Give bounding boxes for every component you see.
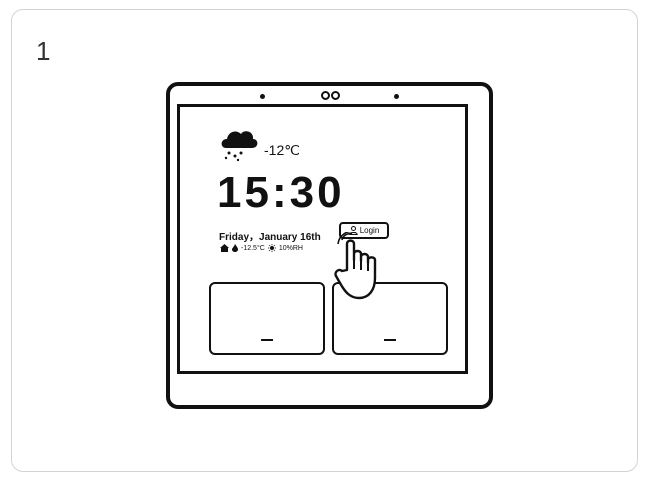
indicator-bar <box>384 339 396 341</box>
snow-cloud-icon <box>221 131 258 162</box>
indoor-status-row: -12.5°C 10%RH <box>220 244 303 252</box>
indicator-bar <box>261 339 273 341</box>
date-label: Friday，January 16th <box>219 232 321 243</box>
flame-icon <box>232 244 238 252</box>
sensor-dot-icon <box>394 94 399 99</box>
panel-button-left[interactable] <box>209 282 325 355</box>
outdoor-temperature: -12℃ <box>264 142 300 158</box>
camera-lens-icon <box>331 91 340 100</box>
step-number: 1 <box>36 36 51 66</box>
home-icon <box>220 244 229 252</box>
sensor-dot-icon <box>260 94 265 99</box>
clock-time: 15:30 <box>217 168 345 217</box>
indoor-temperature: -12.5°C <box>241 244 265 252</box>
camera-lens-icon <box>321 91 330 100</box>
humidity-value: 10%RH <box>278 244 303 252</box>
hand-pointer-icon <box>334 232 377 300</box>
sun-icon <box>267 244 276 252</box>
